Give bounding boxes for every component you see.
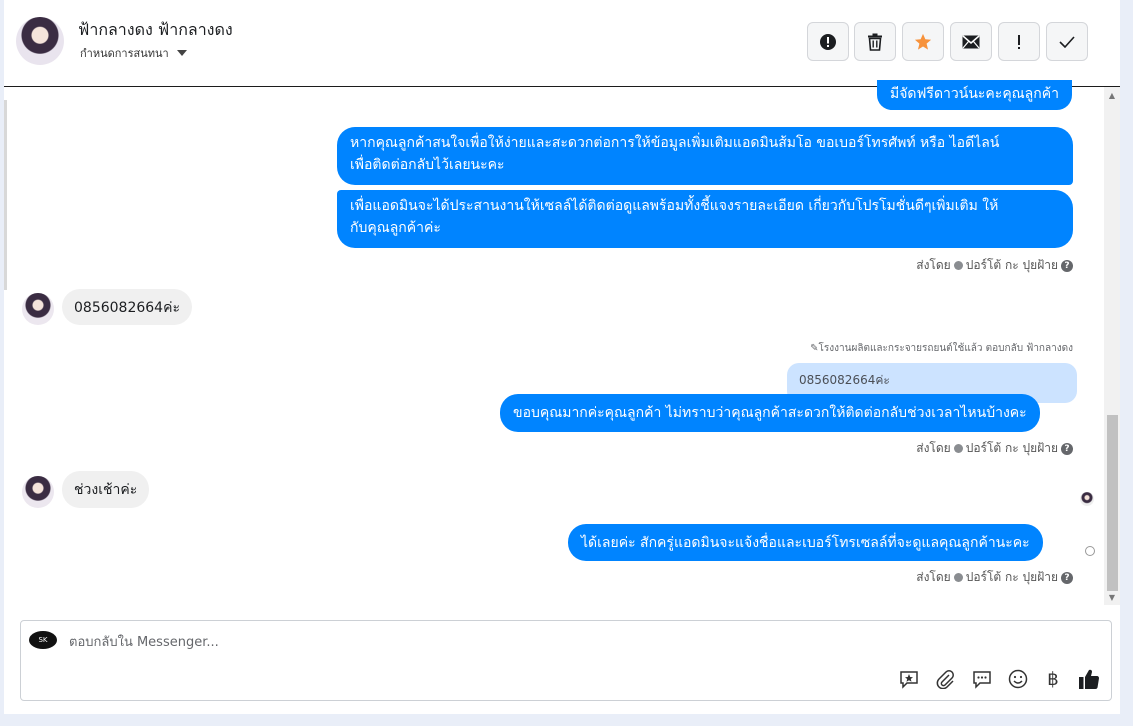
message-outgoing[interactable]: ขอบคุณมากค่ะคุณลูกค้า ไม่ทราบว่าคุณลูกค้… — [500, 394, 1040, 432]
message-outgoing[interactable]: ได้เลยค่ะ สักครู่แอดมินจะแจ้งชื่อและเบอร… — [568, 524, 1043, 561]
sent-by-name[interactable]: ปอร์โต้ กะ ปุยฝ้าย — [966, 568, 1058, 587]
sent-by-label: ส่งโดย ปอร์โต้ กะ ปุยฝ้าย ? — [916, 439, 1073, 458]
sent-by-name[interactable]: ปอร์โต้ กะ ปุยฝ้าย — [966, 439, 1058, 458]
contact-avatar[interactable] — [16, 17, 64, 65]
message-outgoing[interactable]: เพื่อแอดมินจะได้ประสานงานให้เซลล์ได้ติดต… — [337, 190, 1073, 248]
quoted-message-text: 0856082664ค่ะ — [799, 373, 890, 387]
left-divider — [4, 100, 7, 290]
message-incoming[interactable]: 0856082664ค่ะ — [62, 289, 192, 325]
message-outgoing[interactable]: มีจัดฟรีดาวน์นะคะคุณลูกค้า — [877, 80, 1072, 110]
thumbs-up-icon — [1079, 669, 1100, 690]
globe-icon — [953, 444, 963, 453]
scrollbar-thumb[interactable] — [1107, 415, 1118, 591]
quick-reply-button[interactable] — [971, 668, 993, 690]
assign-conversation-label: กำหนดการสนทนา — [80, 47, 169, 60]
emoji-button[interactable] — [1007, 668, 1029, 690]
delete-button[interactable] — [854, 22, 896, 61]
seen-indicator-avatar — [1080, 492, 1094, 506]
payment-button[interactable]: ฿ — [1042, 668, 1064, 690]
saved-reply-button[interactable] — [898, 668, 920, 690]
message-composer: SK ฿ — [20, 620, 1112, 701]
paperclip-icon — [936, 670, 954, 689]
sent-by-prefix: ส่งโดย — [916, 258, 951, 272]
help-icon[interactable]: ? — [1061, 571, 1073, 584]
message-text: ได้เลยค่ะ สักครู่แอดมินจะแจ้งชื่อและเบอร… — [581, 535, 1030, 551]
page-logo: SK — [29, 631, 57, 649]
delivered-icon — [1085, 546, 1095, 556]
message-incoming[interactable]: ช่วงเช้าค่ะ — [62, 471, 150, 508]
contact-avatar-small[interactable] — [22, 293, 54, 325]
contact-name[interactable]: ฟ้ากลางดง ฟ้ากลางดง — [78, 18, 233, 43]
star-icon — [914, 33, 932, 50]
sent-by-prefix: ส่งโดย — [916, 441, 951, 455]
mark-unread-button[interactable] — [950, 22, 992, 61]
mark-done-button[interactable] — [1046, 22, 1088, 61]
scroll-up-icon[interactable]: ▲ — [1107, 91, 1117, 101]
message-text: ช่วงเช้าค่ะ — [74, 482, 138, 498]
assign-conversation-dropdown[interactable]: กำหนดการสนทนา — [80, 44, 187, 62]
message-text: กับคุณลูกค้าค่ะ — [350, 220, 441, 236]
sent-by-label: ส่งโดย ปอร์โต้ กะ ปุยฝ้าย ? — [916, 568, 1073, 587]
exclamation-icon — [1018, 34, 1020, 49]
baht-icon: ฿ — [1047, 668, 1059, 690]
saved-reply-icon — [900, 671, 918, 689]
globe-icon — [953, 261, 963, 270]
message-text: เพื่อติดต่อกลับไว้เลยนะคะ — [350, 157, 505, 173]
reply-context-text: โรงงานผลิตและกระจายรถยนต์ใช้แล้ว ตอบกลับ… — [818, 343, 1073, 354]
sent-by-prefix: ส่งโดย — [916, 570, 951, 584]
trash-icon — [868, 33, 882, 51]
reply-context: ✎โรงงานผลิตและกระจายรถยนต์ใช้แล้ว ตอบกลั… — [810, 343, 1073, 354]
message-text: ขอบคุณมากค่ะคุณลูกค้า ไม่ทราบว่าคุณลูกค้… — [513, 405, 1027, 421]
message-text: หากคุณลูกค้าสนใจเพื่อให้ง่ายและสะดวกต่อก… — [350, 135, 1000, 151]
smiley-icon — [1008, 669, 1028, 689]
envelope-icon — [962, 34, 980, 48]
sent-by-name[interactable]: ปอร์โต้ กะ ปุยฝ้าย — [966, 256, 1058, 275]
sent-by-label: ส่งโดย ปอร์โต้ กะ ปุยฝ้าย ? — [916, 256, 1073, 275]
message-outgoing[interactable]: หากคุณลูกค้าสนใจเพื่อให้ง่ายและสะดวกต่อก… — [337, 127, 1073, 185]
reply-input[interactable] — [69, 631, 769, 653]
chat-bubble-icon — [973, 671, 991, 689]
message-text: มีจัดฟรีดาวน์นะคะคุณลูกค้า — [890, 86, 1059, 102]
help-icon[interactable]: ? — [1061, 442, 1073, 455]
check-icon — [1059, 35, 1075, 48]
conversation-panel: ฟ้ากลางดง ฟ้ากลางดง กำหนดการสนทนา มีจัดฟ… — [4, 0, 1120, 714]
scroll-down-icon[interactable]: ▼ — [1107, 593, 1117, 603]
conversation-header: ฟ้ากลางดง ฟ้ากลางดง กำหนดการสนทนา — [4, 0, 1120, 87]
follow-up-button[interactable] — [998, 22, 1040, 61]
message-text: 0856082664ค่ะ — [74, 300, 180, 316]
like-button[interactable] — [1078, 668, 1100, 690]
globe-icon — [953, 573, 963, 582]
report-spam-button[interactable] — [807, 22, 849, 61]
chevron-down-icon — [176, 50, 187, 56]
alert-circle-icon — [820, 33, 836, 50]
contact-avatar-small[interactable] — [22, 476, 54, 508]
attach-button[interactable] — [934, 668, 956, 690]
help-icon[interactable]: ? — [1061, 259, 1073, 272]
message-text: เพื่อแอดมินจะได้ประสานงานให้เซลล์ได้ติดต… — [350, 198, 999, 214]
star-button[interactable] — [902, 22, 944, 61]
